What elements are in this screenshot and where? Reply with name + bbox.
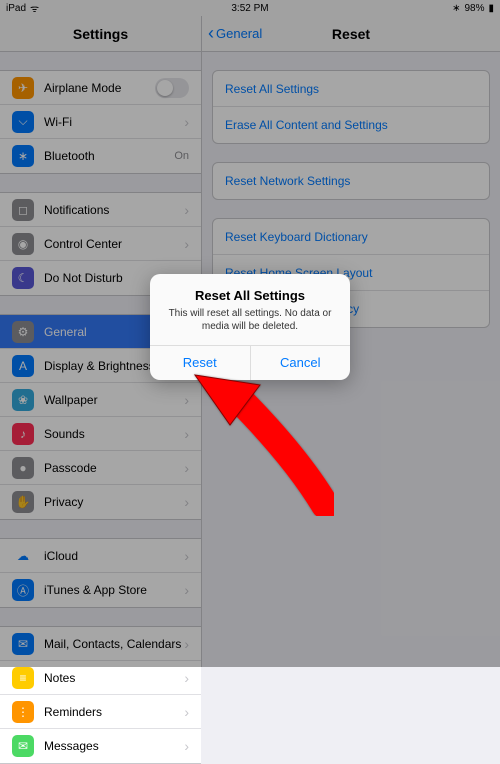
alert-dialog: Reset All Settings This will reset all s… xyxy=(150,274,350,380)
chevron-right-icon: › xyxy=(184,670,189,686)
row-icon: ⋮ xyxy=(12,701,34,723)
alert-message: This will reset all settings. No data or… xyxy=(162,307,338,333)
row-icon: ✉ xyxy=(12,735,34,757)
chevron-right-icon: › xyxy=(184,704,189,720)
row-label: Reminders xyxy=(44,705,102,719)
chevron-right-icon: › xyxy=(184,738,189,754)
row-label: Notes xyxy=(44,671,75,685)
row-icon: ≡ xyxy=(12,667,34,689)
sidebar-item[interactable]: ✉ Messages › xyxy=(0,729,201,763)
sidebar-item[interactable]: ⋮ Reminders › xyxy=(0,695,201,729)
alert-cancel-button[interactable]: Cancel xyxy=(251,346,351,380)
alert-reset-button[interactable]: Reset xyxy=(150,346,251,380)
alert-title: Reset All Settings xyxy=(162,288,338,303)
row-label: Messages xyxy=(44,739,99,753)
